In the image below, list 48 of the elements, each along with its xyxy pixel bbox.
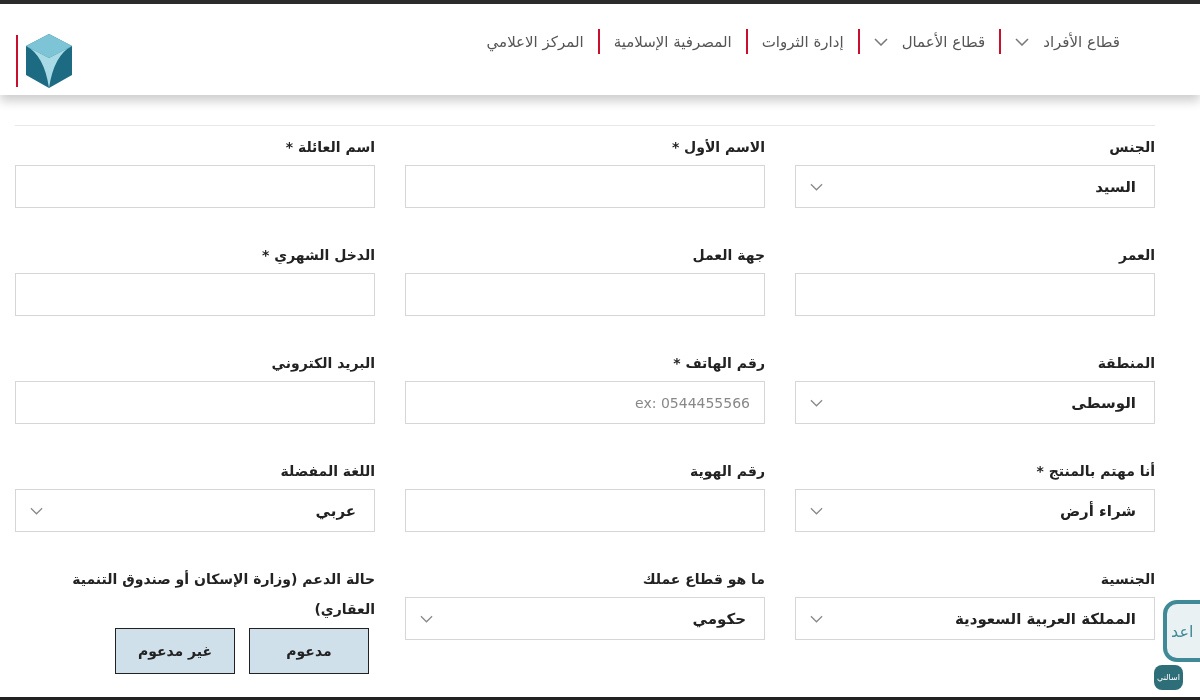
chevron-icon	[810, 614, 823, 623]
select-field[interactable]: السيد	[795, 165, 1155, 208]
input-field[interactable]	[15, 381, 375, 424]
input-field[interactable]: ex: 0544455566	[405, 381, 765, 424]
field-label: اللغة المفضلة	[279, 462, 375, 481]
select-field[interactable]: شراء أرض	[795, 489, 1155, 532]
field-label: المنطقة	[1096, 354, 1155, 373]
option-button[interactable]: غير مدعوم	[115, 628, 235, 674]
input-field[interactable]	[405, 489, 765, 532]
nav-link[interactable]: إدارة الثروات	[747, 32, 858, 51]
select-field[interactable]: المملكة العربية السعودية	[795, 597, 1155, 640]
field-label: الجنس	[1108, 138, 1155, 157]
field-label: رقم الهاتف *	[672, 354, 765, 374]
cube-logo-icon	[24, 33, 74, 89]
field-label: أنا مهتم بالمنتج *	[1035, 461, 1155, 482]
widget-label: اعد	[1170, 621, 1194, 641]
field-label: اسم العائلة *	[284, 138, 375, 157]
chevron-icon	[420, 614, 433, 623]
chevron-icon	[30, 506, 43, 515]
help-widget[interactable]: اعد	[1163, 600, 1200, 662]
input-field[interactable]	[795, 273, 1155, 316]
option-button[interactable]: مدعوم	[249, 628, 369, 674]
input-field[interactable]	[15, 165, 375, 208]
field-label: جهة العمل	[691, 246, 765, 266]
input-field[interactable]	[405, 273, 765, 316]
field-label: العمر	[1117, 246, 1155, 266]
field-label: الدخل الشهري *	[261, 246, 375, 266]
chevron-icon	[810, 398, 823, 407]
field-label: البريد الكتروني	[270, 354, 375, 374]
chevron-icon	[810, 506, 823, 515]
chevron-icon	[873, 37, 888, 46]
field-label: ما هو قطاع عملك	[641, 570, 765, 590]
select-field[interactable]: عربي	[15, 489, 375, 532]
field-label: الجنسية	[1099, 570, 1155, 589]
field-label: رقم الهوية	[689, 462, 765, 482]
chevron-icon	[810, 182, 823, 191]
ask-badge[interactable]: اسالني	[1154, 665, 1183, 690]
select-field[interactable]: حكومي	[405, 597, 765, 640]
nav-link[interactable]: قطاع الأعمال	[859, 32, 1000, 51]
nav-link[interactable]: المصرفية الإسلامية	[599, 32, 746, 51]
nav-link[interactable]: قطاع الأفراد	[1001, 32, 1134, 51]
nav-link[interactable]: المركز الاعلامي	[472, 32, 598, 51]
field-label: حالة الدعم (وزارة الإسكان أو صندوق التنمية العقاري)	[71, 569, 375, 620]
select-field[interactable]: الوسطى	[795, 381, 1155, 424]
chevron-icon	[1015, 37, 1030, 46]
field-label: الاسم الأول *	[670, 138, 765, 158]
input-field[interactable]	[405, 165, 765, 208]
input-field[interactable]	[15, 273, 375, 316]
